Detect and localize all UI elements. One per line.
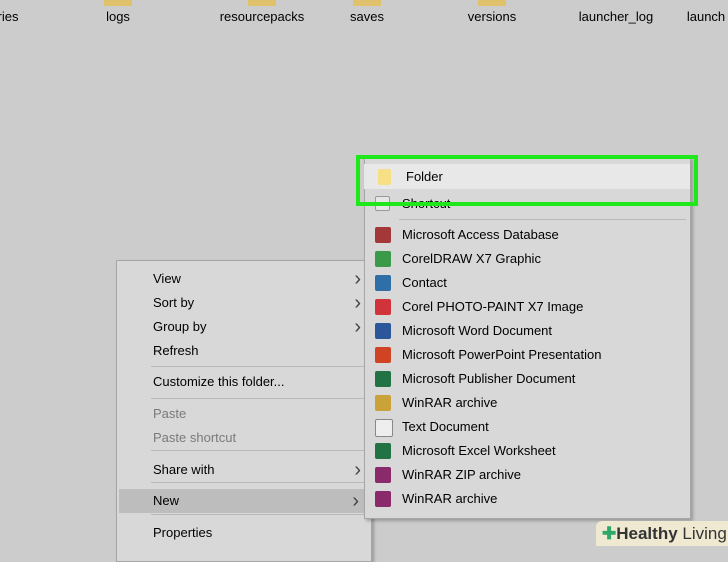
access-icon xyxy=(375,227,391,243)
folder-highlight-box: Folder xyxy=(356,155,698,206)
menu-item-new-microsoft-powerpoint-presentation[interactable]: Microsoft PowerPoint Presentation xyxy=(365,343,690,367)
watermark: ✚Healthy Living xyxy=(596,521,728,546)
folder-icon xyxy=(104,0,132,6)
menu-item-paste[interactable]: Paste xyxy=(117,402,371,426)
menu-item-new-microsoft-access-database[interactable]: Microsoft Access Database xyxy=(365,223,690,247)
chevron-right-icon: › xyxy=(352,490,359,512)
menu-item-paste-shortcut[interactable]: Paste shortcut xyxy=(117,426,371,450)
file-item[interactable]: resourcepacks xyxy=(220,9,305,24)
file-item[interactable]: saves xyxy=(350,9,384,24)
file-item[interactable]: versions xyxy=(468,9,516,24)
excel-icon xyxy=(375,443,391,459)
folder-icon xyxy=(378,169,391,185)
separator xyxy=(151,398,367,399)
winrar-icon xyxy=(375,395,391,411)
menu-item-new-coreldraw-x7-graphic[interactable]: CorelDRAW X7 Graphic xyxy=(365,247,690,271)
contact-icon xyxy=(375,275,391,291)
menu-item-sort-by[interactable]: Sort by › xyxy=(117,291,371,315)
menu-item-new-winrar-archive[interactable]: WinRAR archive xyxy=(365,391,690,415)
menu-item-new-microsoft-excel-worksheet[interactable]: Microsoft Excel Worksheet xyxy=(365,439,690,463)
menu-item-refresh[interactable]: Refresh xyxy=(117,339,371,363)
menu-item-new-winrar-zip-archive[interactable]: WinRAR ZIP archive xyxy=(365,463,690,487)
menu-item-new-microsoft-word-document[interactable]: Microsoft Word Document xyxy=(365,319,690,343)
separator xyxy=(399,219,686,220)
chevron-right-icon: › xyxy=(354,316,361,338)
menu-item-new-microsoft-publisher-document[interactable]: Microsoft Publisher Document xyxy=(365,367,690,391)
new-submenu: Shortcut Microsoft Access Database CorelD… xyxy=(364,157,691,519)
file-item[interactable]: ries xyxy=(0,9,18,24)
coreldraw-icon xyxy=(375,251,391,267)
menu-item-share-with[interactable]: Share with › xyxy=(117,458,371,482)
photopaint-icon xyxy=(375,299,391,315)
separator xyxy=(151,366,367,367)
separator xyxy=(151,450,367,451)
separator xyxy=(151,514,367,515)
menu-item-group-by[interactable]: Group by › xyxy=(117,315,371,339)
chevron-right-icon: › xyxy=(354,268,361,290)
menu-item-new-corel-photo-paint-x7-image[interactable]: Corel PHOTO-PAINT X7 Image xyxy=(365,295,690,319)
folder-icon xyxy=(248,0,276,6)
menu-item-new-winrar-archive[interactable]: WinRAR archive xyxy=(365,487,690,511)
menu-item-properties[interactable]: Properties xyxy=(117,521,371,545)
chevron-right-icon: › xyxy=(354,459,361,481)
file-item[interactable]: launch xyxy=(687,9,725,24)
menu-item-new-text-document[interactable]: Text Document xyxy=(365,415,690,439)
menu-item-folder[interactable]: Folder xyxy=(364,164,690,189)
publisher-icon xyxy=(375,371,391,387)
file-item[interactable]: launcher_log xyxy=(579,9,653,24)
menu-item-view[interactable]: View › xyxy=(117,267,371,291)
word-icon xyxy=(375,323,391,339)
chevron-right-icon: › xyxy=(354,292,361,314)
folder-icon xyxy=(353,0,381,6)
context-menu: View › Sort by › Group by › Refresh Customize t… xyxy=(116,260,372,562)
menu-item-new-contact[interactable]: Contact xyxy=(365,271,690,295)
text-document-icon xyxy=(375,419,393,437)
cross-logo-icon: ✚ xyxy=(602,524,617,543)
menu-item-customize-this-folder[interactable]: Customize this folder... xyxy=(117,370,371,394)
winrar-icon xyxy=(375,491,391,507)
menu-item-new[interactable]: New › xyxy=(119,489,369,513)
powerpoint-icon xyxy=(375,347,391,363)
separator xyxy=(151,482,367,483)
file-item[interactable]: logs xyxy=(106,9,130,24)
winrar-zip-icon xyxy=(375,467,391,483)
folder-icon xyxy=(478,0,506,6)
